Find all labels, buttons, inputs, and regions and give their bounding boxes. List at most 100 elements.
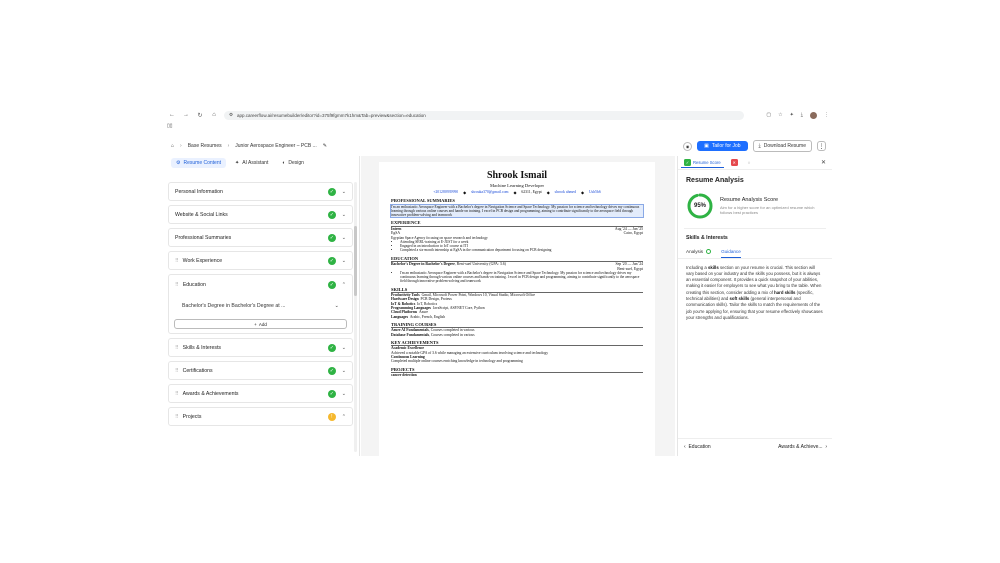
section-education: ⠿ Education ✓ ⌃ Bachelor's Degree in Bach… — [168, 274, 353, 334]
more-options-button[interactable]: ⋮ — [817, 141, 826, 151]
chat-icon: ◌ — [747, 160, 751, 165]
scrollbar-track[interactable] — [354, 182, 357, 452]
next-section-button[interactable]: Awards & Achieve... › — [778, 444, 827, 450]
chevron-right-icon: › — [180, 143, 182, 149]
section-label: Work Experience — [182, 257, 223, 264]
education-entry[interactable]: Bachelor's Degree in Bachelor's Degree a… — [174, 297, 347, 315]
close-icon[interactable]: ✕ — [821, 159, 829, 166]
tab-ai-assistant[interactable]: ✦ AI Assistant — [230, 158, 273, 168]
section-personal-information[interactable]: Personal Information ✓ ⌄ — [168, 182, 353, 201]
section-header[interactable]: ⠿ Education ✓ ⌃ — [169, 275, 352, 294]
tailor-for-job-button[interactable]: ▣ Tailor for Job — [697, 141, 748, 151]
profile-avatar[interactable] — [810, 111, 817, 119]
exp-bullets: Attending SERL-training at E-JUST for a … — [391, 240, 643, 253]
browser-menu-icon[interactable]: ⋮ — [824, 112, 829, 118]
chevron-down-icon[interactable]: ⌄ — [342, 368, 346, 374]
project-name: cancer detection — [391, 373, 417, 378]
tab-resume-score[interactable]: ✓ Resume Score — [681, 158, 724, 168]
apps-grid-icon[interactable]: ▯▯ — [167, 123, 173, 129]
resume-location: 62311, Egypt — [521, 190, 542, 194]
check-icon: ✓ — [327, 280, 336, 289]
chevron-down-icon[interactable]: ⌄ — [342, 345, 346, 351]
divider — [684, 228, 826, 229]
forward-icon[interactable]: → — [182, 111, 190, 119]
scrollbar-thumb[interactable] — [354, 226, 357, 296]
chevron-down-icon[interactable]: ⌄ — [342, 189, 346, 195]
tab-label: Resume Score — [693, 159, 721, 165]
drag-handle-icon[interactable]: ⠿ — [175, 414, 179, 420]
section-list: Personal Information ✓ ⌄ Website & Social… — [168, 182, 353, 430]
chevron-up-icon[interactable]: ⌃ — [342, 282, 346, 288]
back-icon[interactable]: ← — [168, 111, 176, 119]
add-education-button[interactable]: + Add — [174, 319, 347, 329]
site-info-icon[interactable]: ⚙ — [229, 112, 233, 118]
skill-row: Languages Arabic, French, English — [391, 314, 446, 319]
chevron-down-icon[interactable]: ⌄ — [342, 212, 346, 218]
browser-toolbar: ← → ↻ ⌂ ⚙ app.careerflow.ai/resumebuilde… — [165, 108, 832, 122]
training-row: Database Fundamentals, Courses completed… — [391, 332, 475, 337]
subtab-analysis[interactable]: Analysis — [686, 249, 712, 258]
guidance-segment: hard skills — [774, 289, 796, 295]
score-value: 95% — [693, 203, 706, 209]
resume-email[interactable]: shrouka370@gmail.com — [471, 190, 508, 195]
resume-linkedin[interactable]: shrook ahmed — [555, 190, 576, 195]
drag-handle-icon[interactable]: ⠿ — [175, 258, 179, 264]
extensions-icon[interactable]: ✦ — [790, 112, 794, 118]
section-label: Personal Information — [175, 188, 223, 195]
palette-icon: ◐ — [282, 160, 286, 166]
tab-issues[interactable]: ✕ — [728, 158, 741, 167]
chevron-down-icon[interactable]: ⌄ — [342, 235, 346, 241]
download-label: Download Resume — [763, 143, 806, 149]
resume-page: Shrook Ismail Machine Learning Developer… — [379, 162, 655, 456]
edit-pencil-icon[interactable]: ✎ — [323, 143, 327, 149]
content-icon: ⚙ — [176, 160, 181, 166]
score-subtitle: Aim for a higher score for an optimized … — [720, 205, 815, 215]
home-icon[interactable]: ⌂ — [210, 111, 218, 119]
drag-handle-icon[interactable]: ⠿ — [175, 368, 179, 374]
bookmark-star-icon[interactable]: ☆ — [778, 112, 782, 118]
chevron-down-icon[interactable]: ⌄ — [335, 303, 339, 309]
check-icon: ✓ — [327, 210, 336, 219]
section-projects[interactable]: ⠿ Projects ! ⌃ — [168, 407, 353, 426]
guidance-segment: skills — [707, 264, 719, 270]
reload-icon[interactable]: ↻ — [196, 111, 204, 119]
check-icon: ✓ — [327, 366, 336, 375]
resume-phone[interactable]: +201280939990 — [433, 190, 458, 195]
tab-design[interactable]: ◐ Design — [277, 158, 309, 168]
downloads-icon[interactable]: ⤓ — [801, 112, 803, 118]
subtab-label: Guidance — [721, 248, 741, 254]
warning-icon: ! — [327, 412, 336, 421]
tab-resume-content[interactable]: ⚙ Resume Content — [171, 158, 227, 168]
score-icon: ✓ — [684, 158, 691, 166]
section-awards[interactable]: ⠿ Awards & Achievements ✓ ⌄ — [168, 384, 353, 403]
resume-github[interactable]: Ush5b6 — [589, 190, 601, 195]
subtab-guidance[interactable]: Guidance — [721, 249, 741, 258]
section-professional-summaries[interactable]: Professional Summaries ✓ ⌄ — [168, 228, 353, 247]
download-resume-button[interactable]: ⤓ Download Resume — [752, 140, 812, 152]
tab-comments[interactable]: ◌ — [745, 159, 754, 166]
status-dot-icon — [706, 249, 712, 255]
editor-tabs: ⚙ Resume Content ✦ AI Assistant ◐ Design — [165, 156, 359, 170]
next-label: Awards & Achieve... — [778, 443, 823, 450]
chevron-down-icon[interactable]: ⌄ — [342, 258, 346, 264]
previous-section-button[interactable]: ‹ Education — [684, 444, 711, 450]
section-website-social[interactable]: Website & Social Links ✓ ⌄ — [168, 205, 353, 224]
home-icon[interactable]: ⌂ — [171, 143, 174, 149]
chevron-up-icon[interactable]: ⌃ — [342, 414, 346, 420]
chevron-down-icon[interactable]: ⌄ — [342, 391, 346, 397]
section-skills-interests[interactable]: ⠿ Skills & Interests ✓ ⌄ — [168, 338, 353, 357]
install-icon[interactable]: ▢ — [766, 112, 771, 118]
app-header: ⌂ › Base Resumes › Junior Aerospace Engi… — [165, 138, 832, 154]
tailor-label: Tailor for Job — [711, 143, 741, 149]
section-certifications[interactable]: ⠿ Certifications ✓ ⌄ — [168, 361, 353, 380]
breadcrumb-root[interactable]: Base Resumes — [188, 143, 222, 149]
drag-handle-icon[interactable]: ⠿ — [175, 391, 179, 397]
guidance-segment: Including a — [686, 264, 708, 270]
drag-handle-icon[interactable]: ⠿ — [175, 345, 179, 351]
preview-eye-icon[interactable]: ◉ — [683, 141, 693, 151]
section-work-experience[interactable]: ⠿ Work Experience ✓ ⌄ — [168, 251, 353, 270]
summary-text[interactable]: I'm an enthusiastic Aerospace Engineer w… — [390, 203, 644, 219]
address-bar[interactable]: ⚙ app.careerflow.ai/resumebuilder/editor… — [224, 110, 744, 120]
score-title: Resume Analysis Score — [720, 197, 779, 203]
drag-handle-icon[interactable]: ⠿ — [175, 282, 179, 288]
